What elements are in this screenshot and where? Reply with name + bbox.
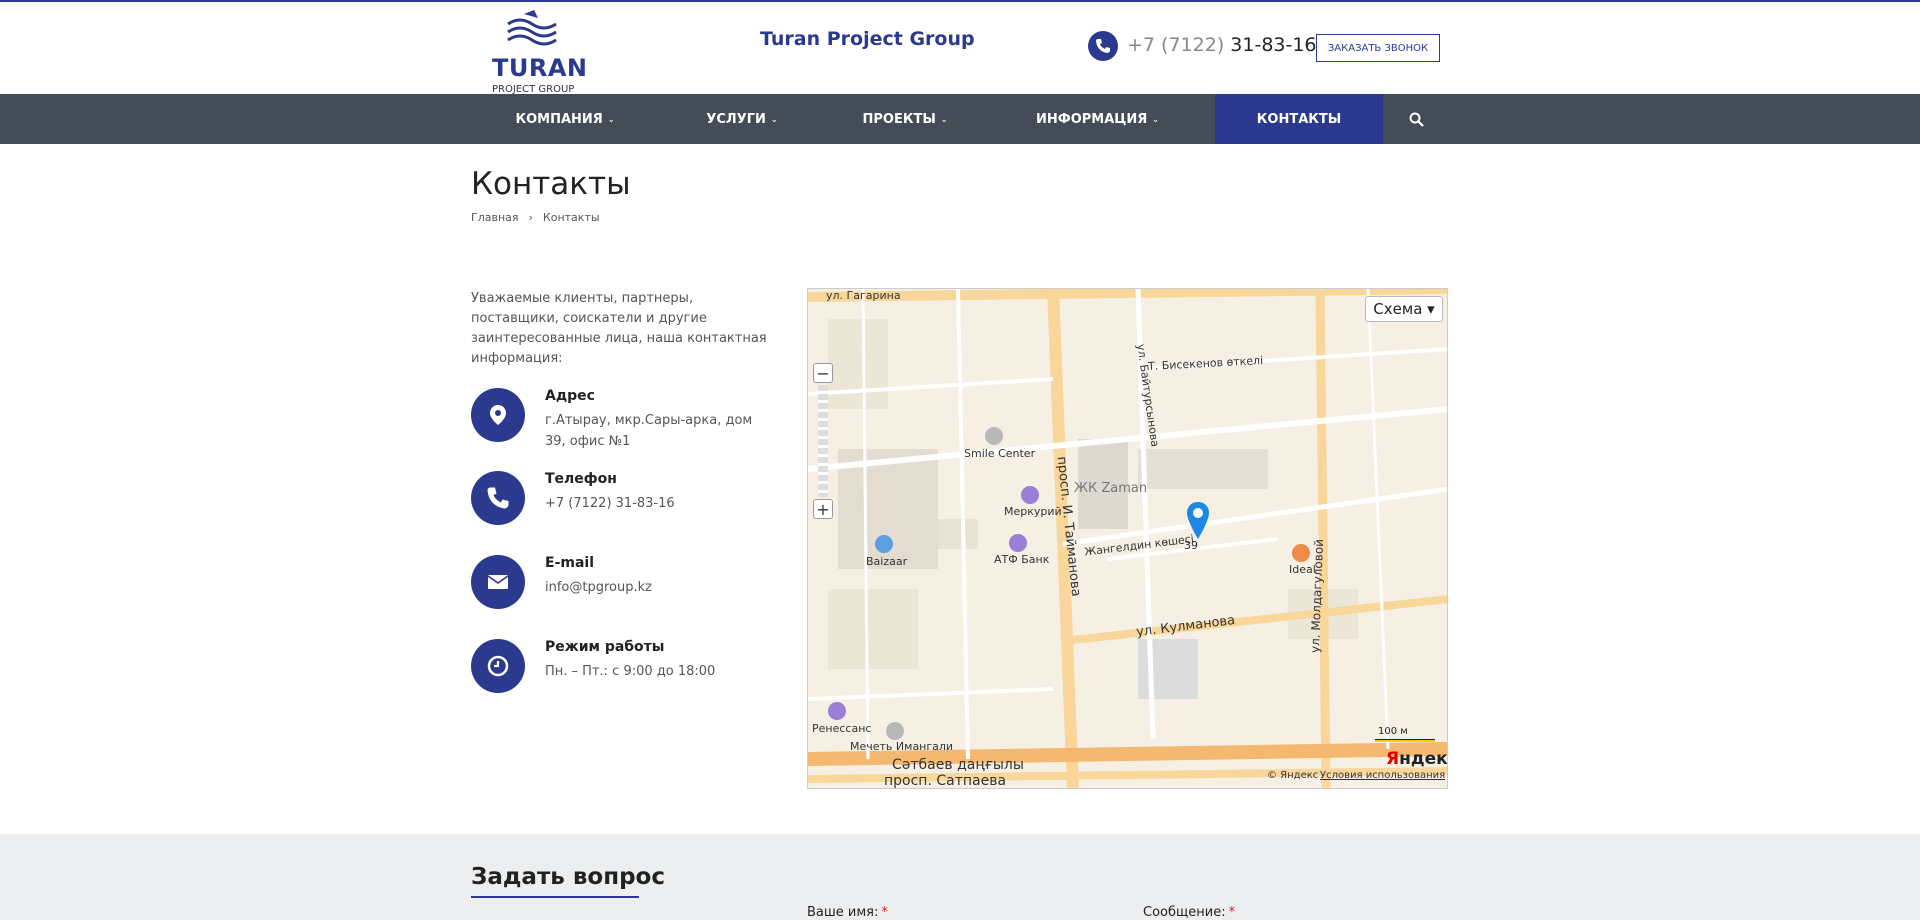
search-icon	[1409, 112, 1424, 127]
zoom-in-button[interactable]: +	[813, 499, 833, 519]
header-phone[interactable]: +7 (7122) 31-83-16	[1127, 34, 1317, 56]
nav-item-label: ПРОЕКТЫ	[862, 111, 936, 127]
map-label: просп. Сатпаева	[884, 773, 1007, 789]
phone-code: +7 (7122)	[1127, 34, 1225, 56]
company-name: Turan Project Group	[760, 28, 975, 50]
breadcrumb-home-link[interactable]: Главная	[471, 211, 519, 224]
nav-item-projects[interactable]: ПРОЕКТЫ ⌄	[855, 94, 955, 144]
nav-item-label: ИНФОРМАЦИЯ	[1036, 111, 1148, 127]
site-header: TURAN PROJECT GROUP Turan Project Group …	[0, 2, 1920, 95]
breadcrumb-chevron-icon: ›	[528, 211, 533, 224]
map-label: Меркурий	[1004, 505, 1062, 518]
phone-icon	[471, 471, 525, 525]
map-label: АТФ Банк	[994, 553, 1050, 566]
contact-value[interactable]: +7 (7122) 31-83-16	[545, 493, 775, 514]
map-terms-link[interactable]: Условия использования	[1320, 770, 1445, 781]
main-nav: КОМПАНИЯ ⌄ УСЛУГИ ⌄ ПРОЕКТЫ ⌄ ИНФОРМАЦИЯ…	[0, 94, 1920, 144]
map-layer-dropdown[interactable]: Схема ▾	[1365, 296, 1443, 322]
nav-item-company[interactable]: КОМПАНИЯ ⌄	[510, 94, 620, 144]
zoom-slider[interactable]	[818, 385, 828, 497]
chevron-down-icon: ⌄	[940, 114, 948, 124]
nav-item-label: КОНТАКТЫ	[1256, 111, 1342, 127]
logo-wordmark: TURAN	[492, 54, 588, 82]
yandex-logo-first-letter: Я	[1386, 749, 1400, 769]
nav-item-information[interactable]: ИНФОРМАЦИЯ ⌄	[1035, 94, 1160, 144]
contact-title: Телефон	[545, 471, 617, 487]
nav-item-label: КОМПАНИЯ	[515, 111, 603, 127]
location-pin-icon	[471, 388, 525, 442]
name-field-label: Ваше имя: *	[807, 905, 888, 920]
envelope-icon	[471, 555, 525, 609]
contact-phone: Телефон +7 (7122) 31-83-16	[471, 471, 771, 531]
breadcrumb: Главная › Контакты	[471, 211, 600, 224]
contacts-intro: Уважаемые клиенты, партнеры, поставщики,…	[471, 291, 767, 366]
contact-title: Режим работы	[545, 639, 665, 655]
chevron-down-icon: ⌄	[1152, 114, 1159, 124]
contact-title: E-mail	[545, 555, 595, 571]
map-streets	[808, 289, 1447, 788]
nav-item-services[interactable]: УСЛУГИ ⌄	[697, 94, 787, 144]
required-mark: *	[881, 905, 888, 920]
search-button[interactable]	[1400, 94, 1432, 144]
map-label: Мечеть Имангали	[850, 740, 954, 753]
map-scale-label: 100 м	[1378, 726, 1408, 737]
contact-value: Пн. – Пт.: с 9:00 до 18:00	[545, 664, 716, 679]
map-label: Ренессанс	[812, 722, 872, 735]
yandex-logo-rest: ндекс	[1399, 749, 1448, 769]
zoom-out-button[interactable]: −	[813, 363, 833, 383]
map-zoom-control: − +	[813, 363, 833, 519]
breadcrumb-current: Контакты	[542, 211, 600, 224]
chevron-down-icon: ⌄	[770, 114, 778, 124]
map-label: Сәтбаев даңғылы	[892, 757, 1024, 773]
nav-item-label: УСЛУГИ	[706, 111, 766, 127]
nav-item-contacts[interactable]: КОНТАКТЫ	[1215, 94, 1383, 144]
yandex-map[interactable]: ул. Гагарина Smile Center ЖК Zaman Мерку…	[807, 288, 1448, 789]
question-form-section: Задать вопрос Ваше имя: * Сообщение: *	[0, 834, 1920, 920]
map-label: ЖК Zaman	[1074, 481, 1148, 496]
map-label: Smile Center	[964, 447, 1036, 460]
map-scale-bar	[1375, 739, 1435, 742]
phone-number: 31-83-16	[1230, 34, 1317, 56]
contact-hours: Режим работы Пн. – Пт.: с 9:00 до 18:00	[471, 639, 771, 699]
clock-icon	[471, 639, 525, 693]
message-field-label: Сообщение: *	[1143, 905, 1235, 920]
form-title: Задать вопрос	[471, 864, 665, 890]
message-label-text: Сообщение:	[1143, 905, 1226, 920]
contact-address: Адрес г.Атырау, мкр.Сары-арка, дом 39, о…	[471, 388, 771, 449]
map-copyright: © Яндекс	[1267, 770, 1319, 781]
name-label-text: Ваше имя:	[807, 905, 879, 920]
phone-icon	[1088, 31, 1118, 61]
request-callback-button[interactable]: ЗАКАЗАТЬ ЗВОНОК	[1316, 34, 1440, 62]
contact-value[interactable]: info@tpgroup.kz	[545, 577, 775, 598]
page-title: Контакты	[471, 166, 631, 202]
contact-title: Адрес	[545, 388, 595, 404]
form-title-underline	[471, 896, 639, 898]
contact-value: г.Атырау, мкр.Сары-арка, дом 39, офис №1	[545, 413, 753, 449]
logo[interactable]: TURAN PROJECT GROUP	[490, 10, 587, 95]
required-mark: *	[1228, 905, 1236, 920]
map-label: Baizaar	[866, 555, 908, 568]
map-label: ул. Гагарина	[826, 289, 901, 302]
logo-waves-icon	[507, 10, 557, 46]
yandex-logo: Яндекс	[1386, 749, 1448, 769]
map-marker-icon[interactable]	[1185, 501, 1211, 541]
chevron-down-icon: ⌄	[607, 114, 615, 124]
contact-email: E-mail info@tpgroup.kz	[471, 555, 771, 615]
